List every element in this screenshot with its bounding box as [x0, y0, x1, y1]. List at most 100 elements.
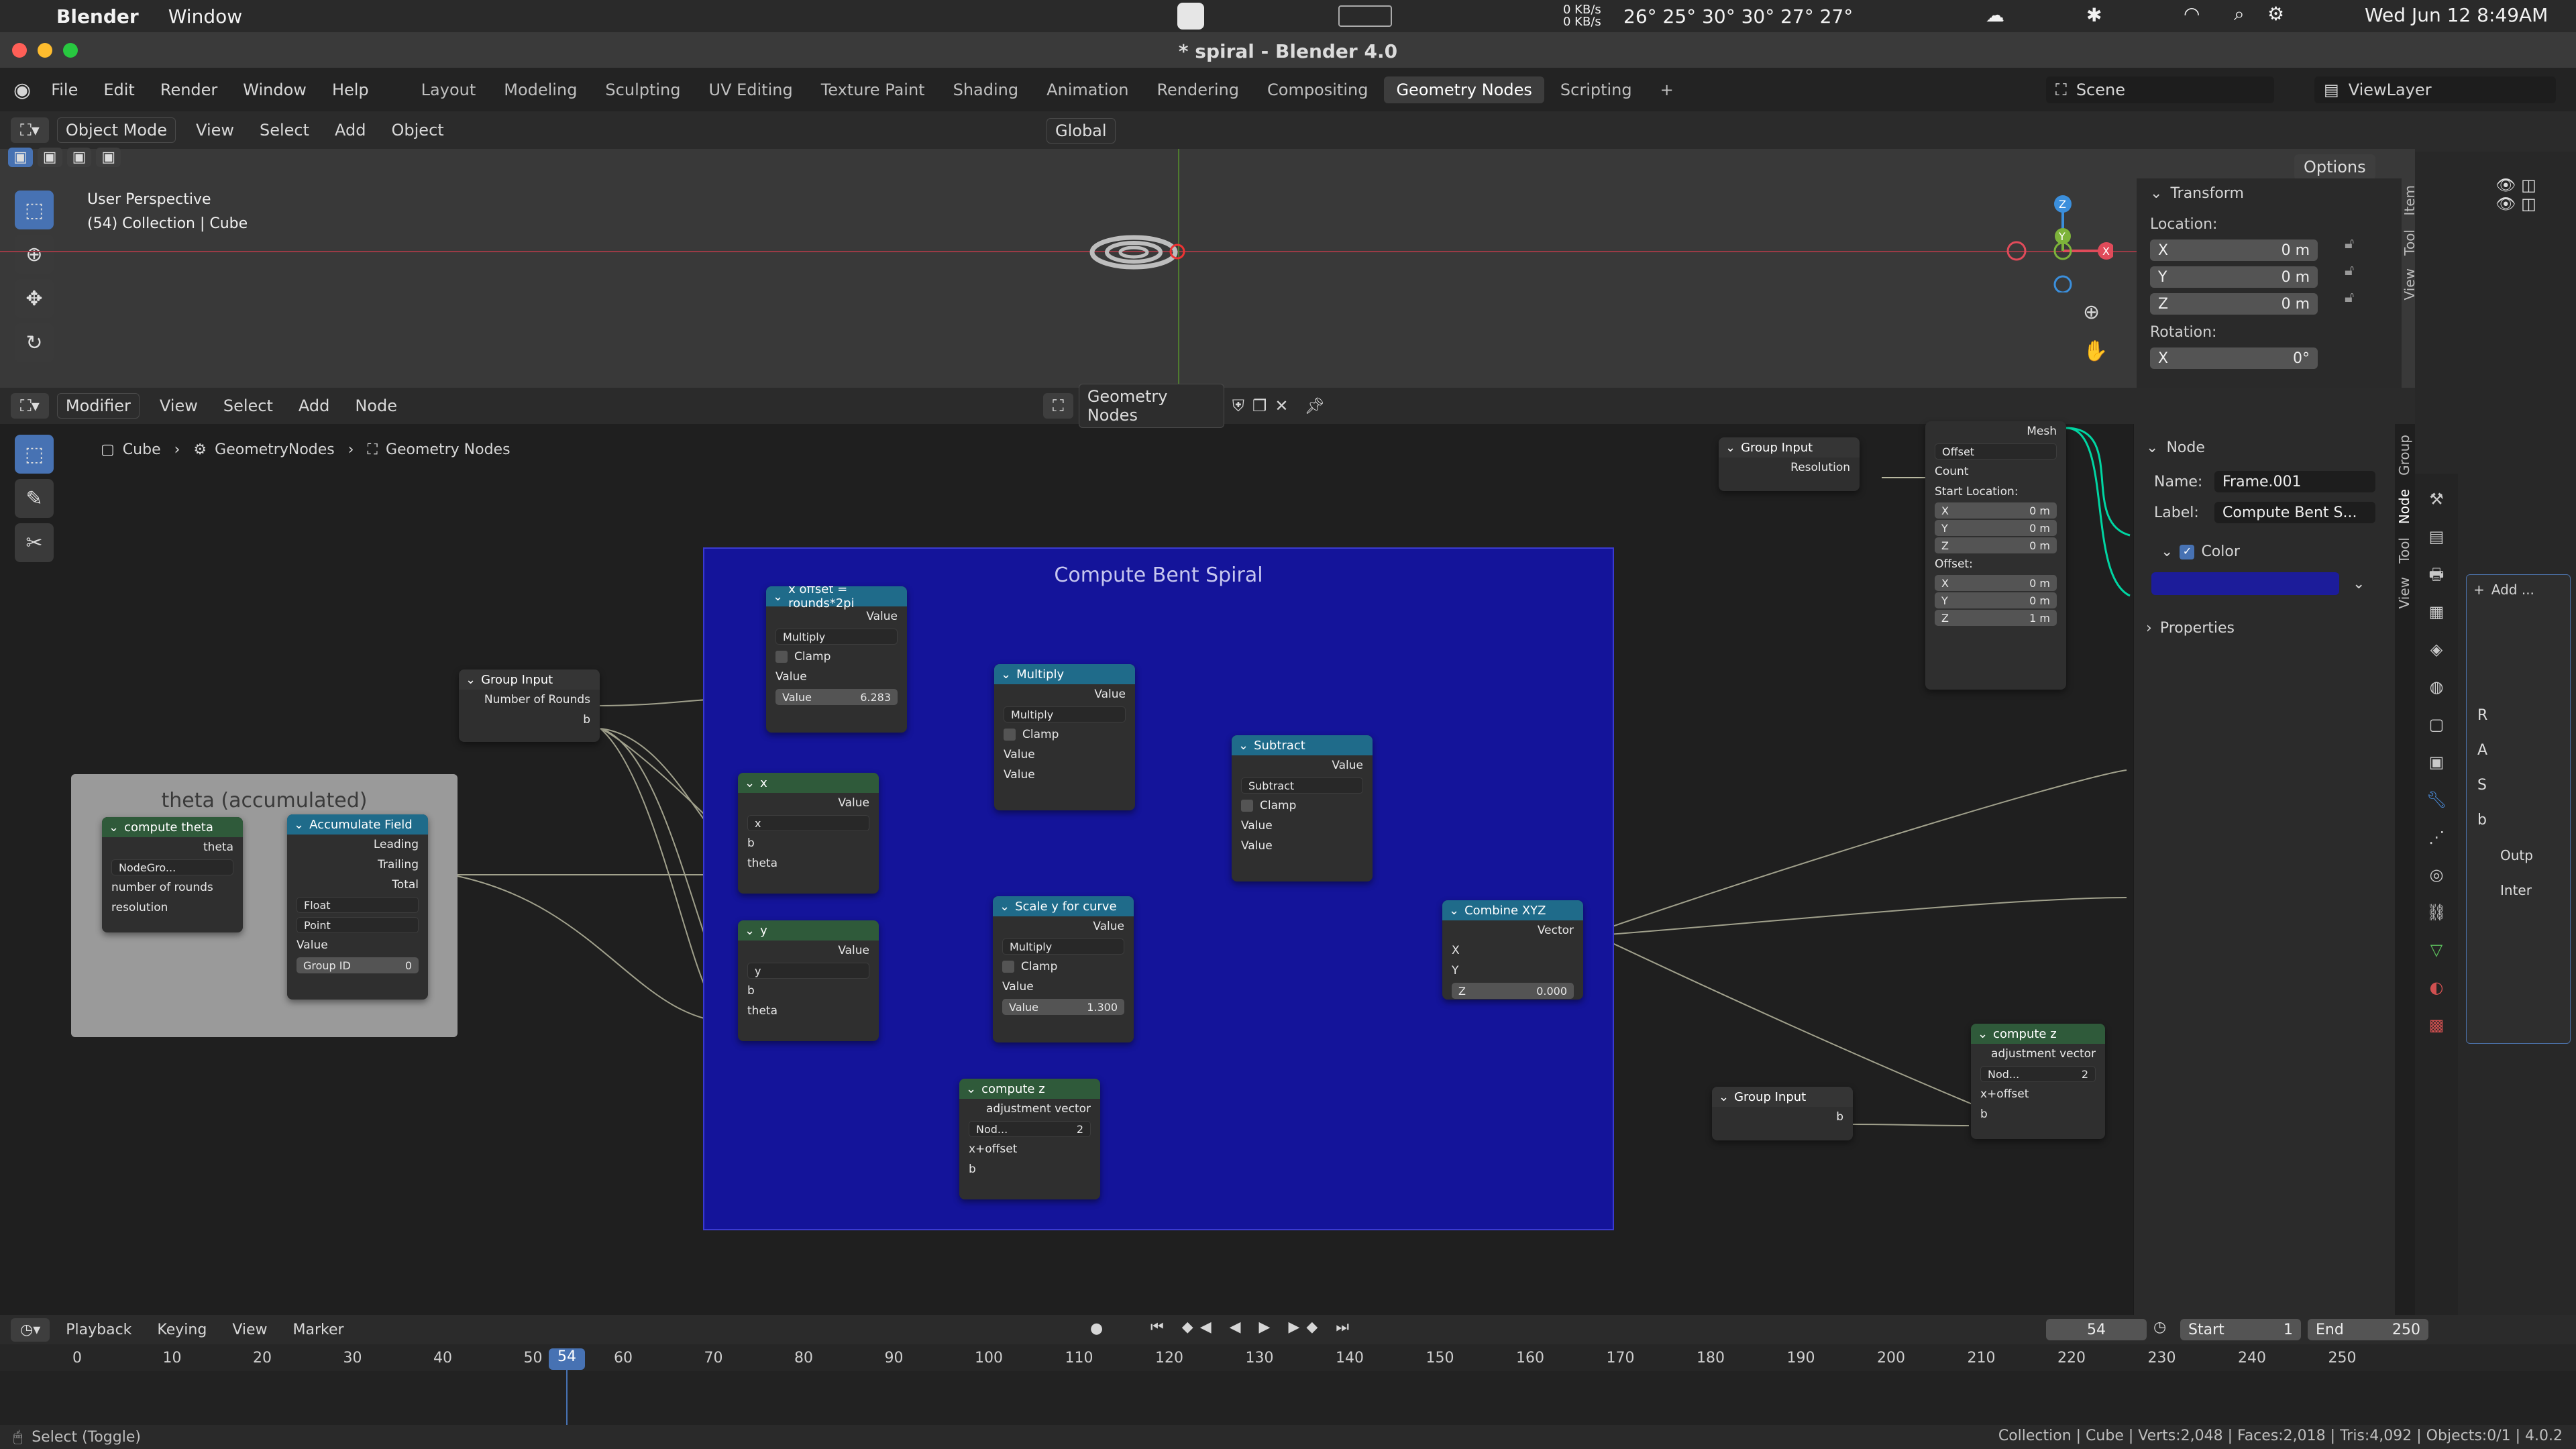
node-editor[interactable]: ⛶▾ Modifier View Select Add Node ⛶ Geome…: [0, 384, 2576, 1315]
internal-panel[interactable]: Inter: [2500, 873, 2570, 908]
lock-icon[interactable]: 🔓︎: [2345, 258, 2354, 284]
clamp-checkbox[interactable]: [775, 651, 788, 663]
playhead[interactable]: 54: [549, 1348, 585, 1370]
eye-icon[interactable]: 👁︎ ◫: [2496, 195, 2536, 213]
viewport-menu-view[interactable]: View: [196, 121, 234, 140]
pan-hand-icon[interactable]: ✋: [2083, 339, 2108, 363]
node-group-dropdown[interactable]: NodeGro...: [111, 859, 233, 875]
tool-icon[interactable]: ⚒: [2415, 480, 2458, 518]
zoom-icon[interactable]: ⊕: [2083, 301, 2100, 324]
bluetooth-icon[interactable]: ✱: [2086, 4, 2102, 26]
operation-dropdown[interactable]: Multiply: [1002, 938, 1124, 955]
lock-icon[interactable]: 🔓︎: [2345, 231, 2354, 258]
options-dropdown[interactable]: Options: [2294, 154, 2375, 180]
location-x-field[interactable]: X0 m: [2150, 239, 2318, 261]
constraints-icon[interactable]: ⛓: [2415, 894, 2458, 931]
chevron-down-icon[interactable]: ⌄: [2353, 576, 2365, 592]
tab-node[interactable]: Node: [2396, 482, 2412, 531]
clipboard-icon[interactable]: [1177, 3, 1204, 30]
node-combine-xyz[interactable]: ⌄ Combine XYZ Vector X Y Z 0.000: [1442, 900, 1583, 1000]
playback-menu[interactable]: Playback: [66, 1322, 131, 1338]
frame-color-swatch[interactable]: [2151, 572, 2339, 595]
cloud-icon[interactable]: ☁: [1986, 4, 2004, 26]
node-x[interactable]: ⌄ x Value x b theta: [738, 773, 879, 894]
clamp-checkbox[interactable]: [1241, 800, 1253, 812]
tab-rendering[interactable]: Rendering: [1144, 76, 1251, 103]
node-name-field[interactable]: Frame.001: [2214, 471, 2375, 492]
location-y-field[interactable]: Y0 m: [2150, 266, 2318, 288]
start-x-field[interactable]: X0 m: [1935, 502, 2057, 519]
playback-controls[interactable]: ⏮ ◆◀ ◀ ▶ ▶◆ ⏭: [1150, 1319, 1356, 1336]
move-icon[interactable]: ✥: [15, 279, 54, 318]
tab-geometry-nodes[interactable]: Geometry Nodes: [1384, 76, 1544, 103]
rotation-x-field[interactable]: X 0°: [2150, 347, 2318, 369]
node-label-field[interactable]: Compute Bent S...: [2214, 502, 2375, 523]
data-icon[interactable]: ▽: [2415, 931, 2458, 969]
node-x-offset[interactable]: ⌄ x offset = rounds*2pi Value Multiply Cl…: [766, 586, 907, 733]
select-mode-new-icon[interactable]: ▣: [8, 148, 33, 167]
blender-logo-icon[interactable]: ◉: [13, 78, 31, 102]
record-icon[interactable]: ●: [1090, 1320, 1103, 1337]
tab-layout[interactable]: Layout: [409, 76, 488, 103]
node-subtract[interactable]: ⌄ Subtract Value Subtract Clamp Value Val…: [1232, 735, 1373, 881]
scene-selector[interactable]: ⛶ Scene: [2046, 76, 2274, 103]
node-multiply[interactable]: ⌄ Multiply Value Multiply Clamp Value Val…: [994, 664, 1135, 810]
tab-modeling[interactable]: Modeling: [492, 76, 589, 103]
menu-file[interactable]: File: [51, 80, 78, 99]
material-icon[interactable]: ◐: [2415, 969, 2458, 1006]
tab-view[interactable]: View: [2396, 570, 2412, 615]
group-id-field[interactable]: Group ID 0: [297, 957, 419, 973]
node-panel-header[interactable]: ⌄ Node: [2134, 431, 2395, 464]
world-icon[interactable]: ◍: [2415, 668, 2458, 706]
object-icon[interactable]: ▣: [2415, 743, 2458, 781]
clamp-checkbox[interactable]: [1004, 729, 1016, 741]
location-z-field[interactable]: Z0 m: [2150, 293, 2318, 315]
offset-y-field[interactable]: Y0 m: [1935, 592, 2057, 608]
node-group-input-resolution[interactable]: ⌄ Group Input Resolution: [1719, 437, 1860, 491]
select-box-icon[interactable]: ⬚: [15, 191, 54, 229]
marker-menu[interactable]: Marker: [293, 1322, 344, 1338]
menu-render[interactable]: Render: [160, 80, 217, 99]
physics-icon[interactable]: ◎: [2415, 856, 2458, 894]
tab-sculpting[interactable]: Sculpting: [593, 76, 692, 103]
collection-icon[interactable]: ▢: [2415, 706, 2458, 743]
operation-dropdown[interactable]: Subtract: [1241, 777, 1363, 794]
view-layer-icon[interactable]: ▦: [2415, 593, 2458, 631]
rotate-icon[interactable]: ↻: [15, 323, 54, 362]
scene-icon[interactable]: ◈: [2415, 631, 2458, 668]
outputs-panel[interactable]: Outp: [2500, 838, 2570, 873]
spiral-object[interactable]: [1083, 229, 1197, 276]
tab-scripting[interactable]: Scripting: [1548, 76, 1644, 103]
add-workspace-icon[interactable]: +: [1648, 76, 1686, 103]
node-group-input[interactable]: ⌄ Group Input Number of Rounds b: [459, 669, 600, 742]
node-group-dropdown[interactable]: y: [747, 963, 869, 979]
node-y[interactable]: ⌄ y Value y b theta: [738, 920, 879, 1041]
node-compute-z[interactable]: ⌄ compute z adjustment vector Nod... 2 x+o…: [959, 1079, 1100, 1199]
viewport-menu-select[interactable]: Select: [260, 121, 309, 140]
tab-animation[interactable]: Animation: [1034, 76, 1140, 103]
node-group-input-b[interactable]: ⌄ Group Input b: [1712, 1087, 1853, 1140]
wifi-icon[interactable]: ◠: [2184, 3, 2200, 25]
search-icon[interactable]: ⌕: [2234, 3, 2245, 25]
node-scale-y-for-curve[interactable]: ⌄ Scale y for curve Value Multiply Clamp …: [993, 896, 1134, 1042]
properties-panel-header[interactable]: › Properties: [2134, 611, 2395, 645]
app-menu[interactable]: Blender: [56, 5, 139, 28]
transform-panel-header[interactable]: ⌄ Transform: [2137, 178, 2402, 208]
clamp-checkbox[interactable]: [1002, 961, 1014, 973]
node-group-dropdown[interactable]: Nod... 2: [1980, 1066, 2096, 1082]
control-center-icon[interactable]: ⚙: [2267, 3, 2284, 25]
mode-dropdown[interactable]: Offset: [1935, 443, 2057, 460]
viewlayer-selector[interactable]: ▤ ViewLayer: [2314, 76, 2556, 103]
lock-icon[interactable]: 🔓︎: [2345, 284, 2354, 311]
value-field[interactable]: Value 1.300: [1002, 999, 1124, 1015]
clock[interactable]: Wed Jun 12 8:49AM: [2365, 4, 2548, 26]
start-y-field[interactable]: Y0 m: [1935, 520, 2057, 536]
node-mesh-line[interactable]: Mesh Offset Count Start Location: X0 m Y…: [1925, 421, 2066, 690]
viewport-menu-object[interactable]: Object: [392, 121, 444, 140]
eye-icon[interactable]: 👁︎ ◫: [2496, 176, 2536, 195]
tab-group[interactable]: Group: [2396, 428, 2412, 482]
select-mode-invert-icon[interactable]: ▣: [96, 148, 121, 167]
transform-orientation-dropdown[interactable]: Global: [1046, 118, 1116, 144]
select-mode-extend-icon[interactable]: ▣: [37, 148, 62, 167]
start-frame-field[interactable]: Start 1: [2180, 1319, 2301, 1340]
